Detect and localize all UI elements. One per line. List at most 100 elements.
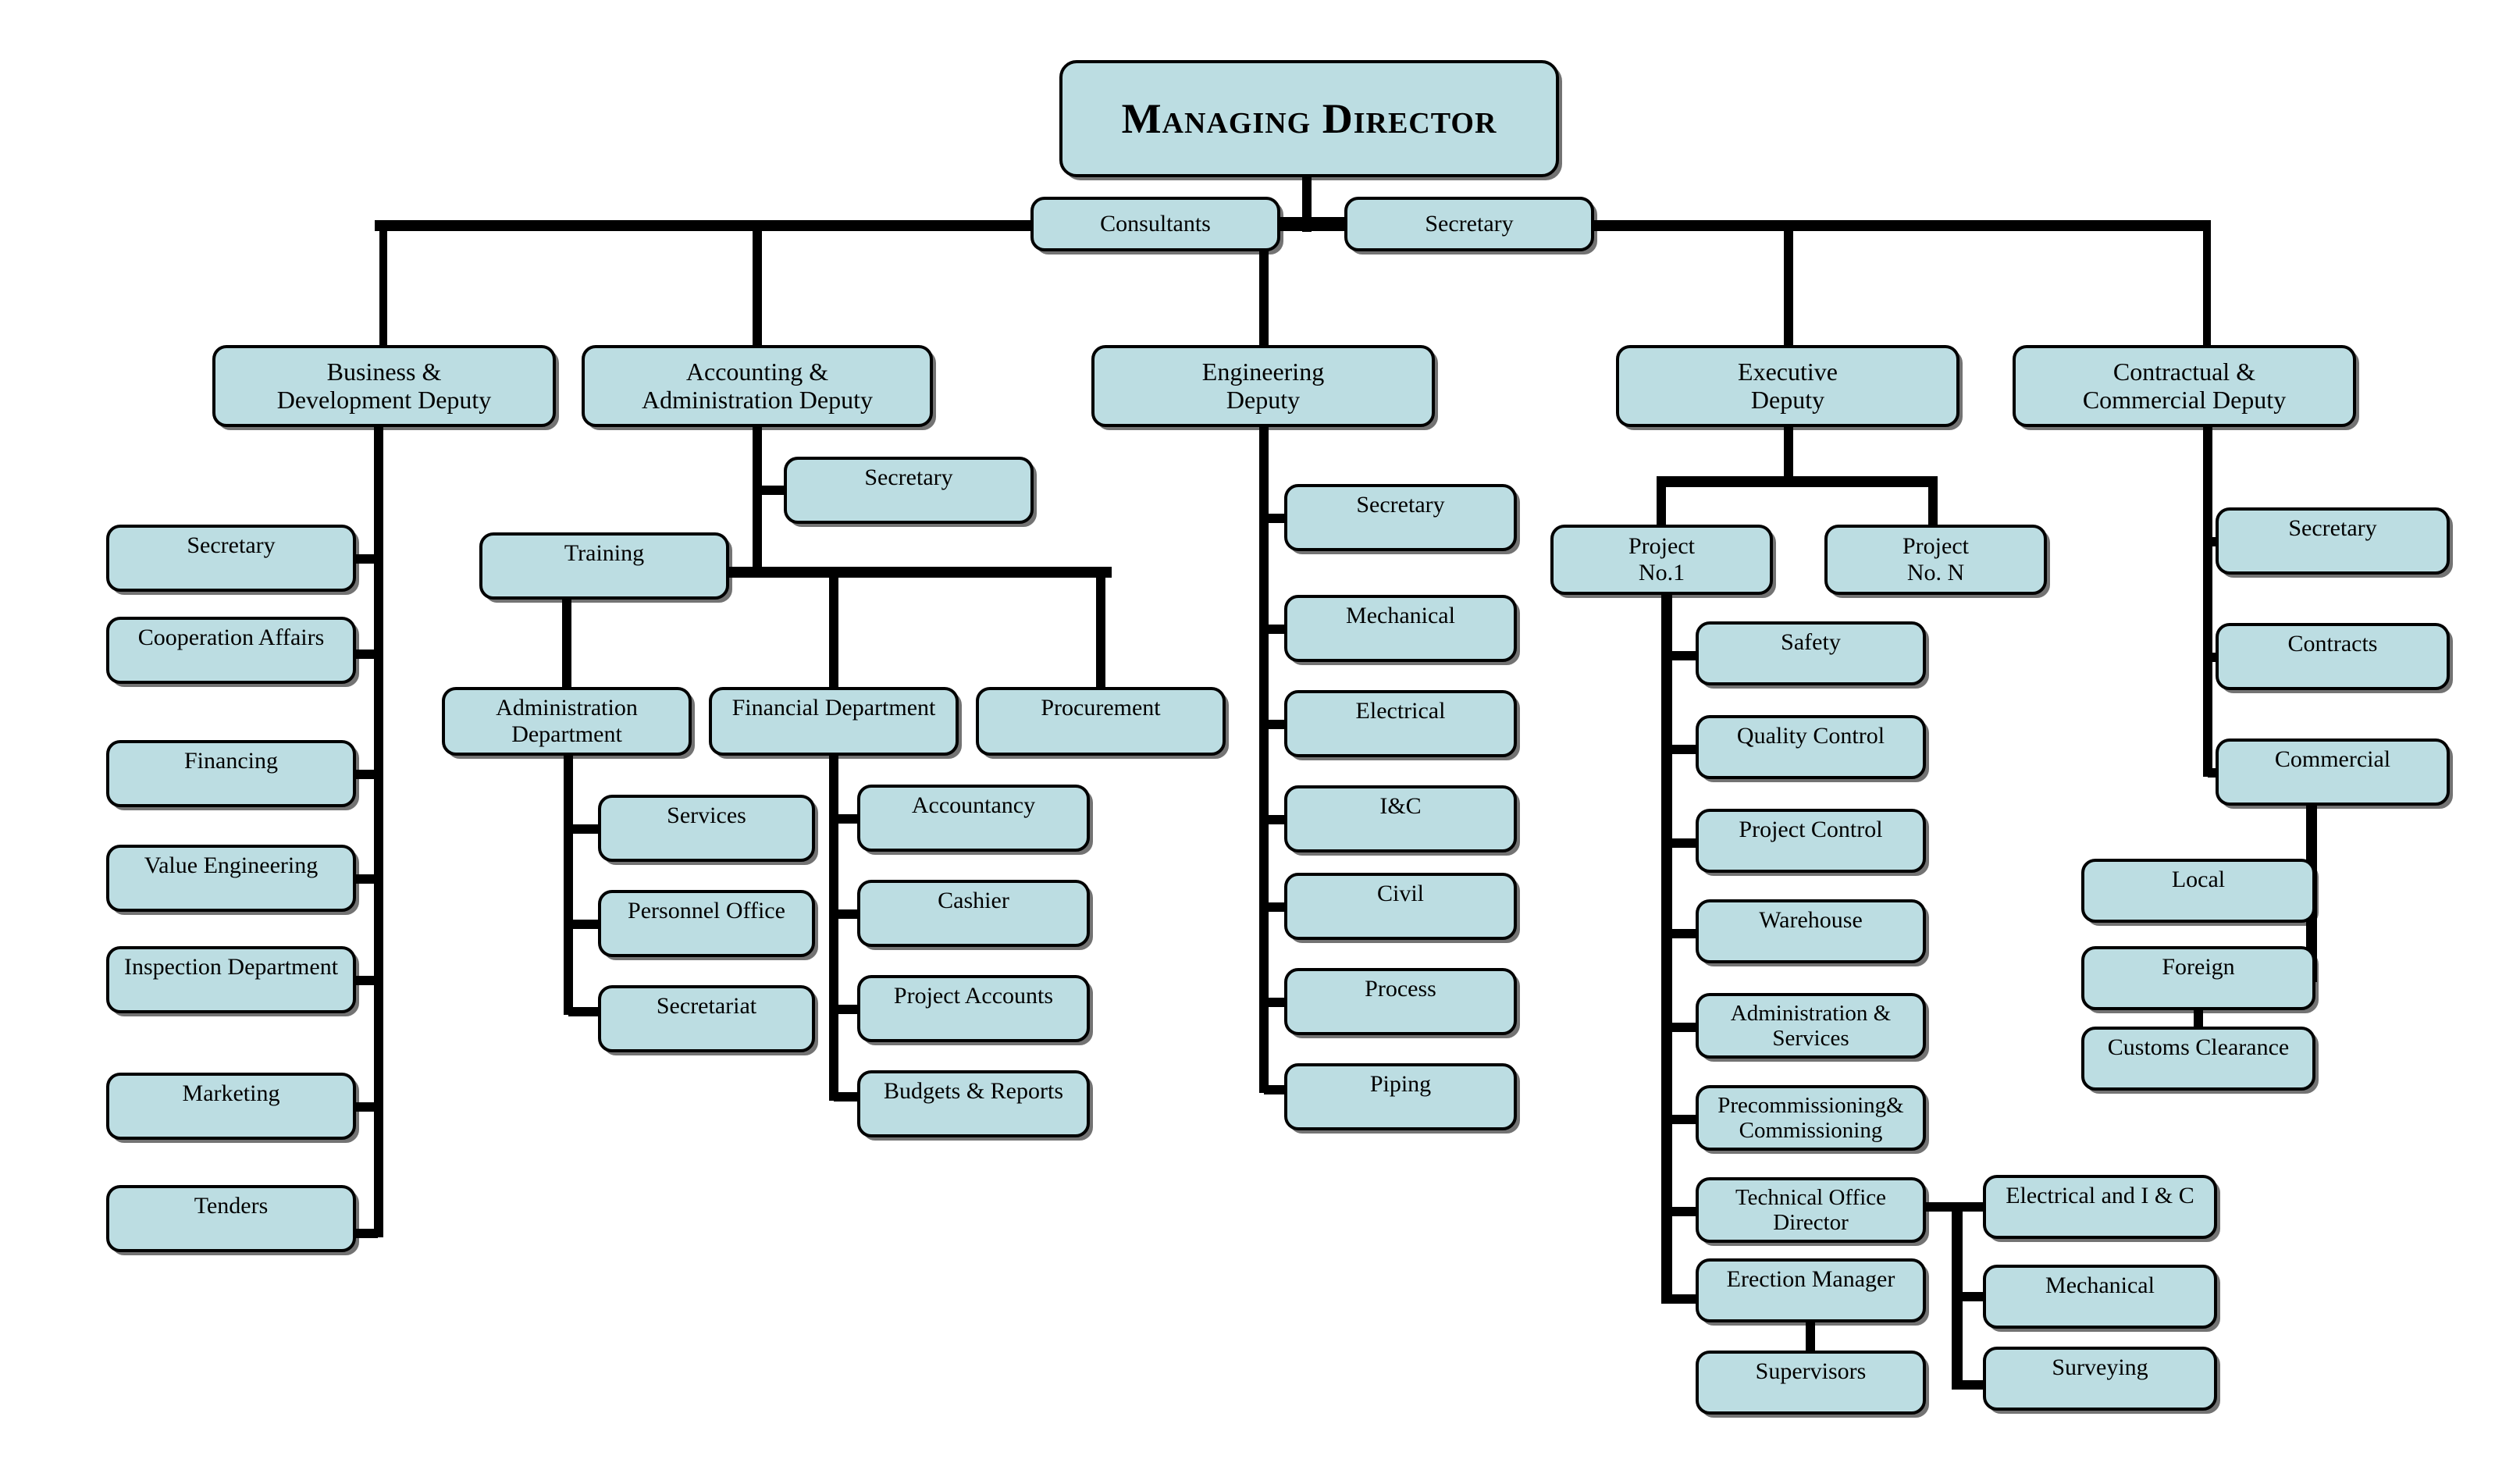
org-node-md-consultants[interactable]: Consultants [1030,197,1280,251]
org-node-fd-project-accounts[interactable]: Project Accounts [857,975,1090,1042]
connector-to-stub-from-director [1922,1202,1959,1212]
org-node-ad-secretariat[interactable]: Secretariat [598,985,815,1052]
org-node-label-aa-procurement: Procurement [1041,695,1161,721]
org-node-label-contractual-commercial-deputy: Contractual & Commercial Deputy [2082,357,2287,414]
org-node-cc-contracts[interactable]: Contracts [2216,623,2450,690]
org-node-bd-financing[interactable]: Financing [106,740,356,807]
org-node-label-fd-accountancy: Accountancy [911,792,1036,818]
org-node-label-bd-financing: Financing [184,748,278,774]
org-node-eng-civil[interactable]: Civil [1284,873,1517,940]
org-node-contractual-commercial-deputy[interactable]: Contractual & Commercial Deputy [2013,345,2356,427]
connector-fd-spine [829,749,838,1101]
org-node-eng-piping[interactable]: Piping [1284,1063,1517,1130]
org-node-label-p1-technical-office-director: Technical Office Director [1735,1185,1887,1236]
org-node-aa-administration-department[interactable]: Administration Department [442,687,692,756]
org-node-bd-value-engineering[interactable]: Value Engineering [106,845,356,912]
org-node-p1-erection-manager[interactable]: Erection Manager [1696,1258,1926,1322]
connector-bd-stub-marketing [353,1102,378,1112]
org-node-label-cc-commercial: Commercial [2274,746,2391,772]
org-node-p1-safety[interactable]: Safety [1696,621,1926,685]
connector-aa-drop-procurement [1096,573,1105,690]
org-node-cc-commercial[interactable]: Commercial [2216,738,2450,806]
org-node-label-eng-civil: Civil [1376,881,1424,906]
org-node-label-ad-secretariat: Secretariat [656,993,757,1019]
org-node-label-eng-process: Process [1365,976,1436,1002]
org-node-to-mechanical[interactable]: Mechanical [1983,1265,2217,1329]
org-node-aa-training[interactable]: Training [479,532,729,600]
org-node-ad-personnel-office[interactable]: Personnel Office [598,890,815,957]
org-node-eng-mechanical[interactable]: Mechanical [1284,595,1517,662]
org-node-cm-customs-clearance[interactable]: Customs Clearance [2081,1027,2315,1091]
org-node-label-eng-mechanical: Mechanical [1346,603,1455,628]
connector-exec-drop-p1 [1657,482,1666,529]
org-node-p1-project-control[interactable]: Project Control [1696,809,1926,873]
org-node-aa-financial-department[interactable]: Financial Department [709,687,959,756]
org-node-label-accounting-administration-deputy: Accounting & Administration Deputy [642,357,873,414]
org-node-p1-precommissioning[interactable]: Precommissioning& Commissioning [1696,1085,1926,1151]
connector-bd-stub-cooperation [353,650,378,659]
org-node-eng-i-and-c[interactable]: I&C [1284,785,1517,852]
org-node-label-p1-quality-control: Quality Control [1736,723,1885,749]
org-node-label-ad-personnel-office: Personnel Office [628,898,785,924]
org-node-label-bd-tenders: Tenders [194,1193,269,1219]
org-node-label-eng-secretary: Secretary [1356,492,1445,518]
org-node-label-eng-piping: Piping [1369,1071,1432,1097]
org-node-label-p1-administration-services: Administration & Services [1730,1001,1892,1052]
org-node-p1-warehouse[interactable]: Warehouse [1696,899,1926,963]
org-node-label-managing-director: Managing Director [1121,94,1497,142]
org-node-fd-accountancy[interactable]: Accountancy [857,785,1090,852]
org-node-aa-secretary[interactable]: Secretary [784,457,1034,524]
org-node-eng-process[interactable]: Process [1284,968,1517,1035]
org-node-label-aa-administration-department: Administration Department [496,695,638,747]
org-node-bd-tenders[interactable]: Tenders [106,1185,356,1252]
org-node-exec-project-non[interactable]: Project No. N [1824,525,2047,595]
connector-exec-drop-pn [1928,482,1938,529]
org-node-p1-quality-control[interactable]: Quality Control [1696,715,1926,779]
org-node-engineering-deputy[interactable]: Engineering Deputy [1091,345,1435,427]
org-node-fd-cashier[interactable]: Cashier [857,880,1090,947]
connector-aa-drop-financial [829,573,838,690]
connector-level1-bus [375,220,2211,231]
connector-bd-stub-financing [353,770,378,779]
org-node-bd-secretary[interactable]: Secretary [106,525,356,592]
org-node-executive-deputy[interactable]: Executive Deputy [1616,345,1959,427]
org-node-bd-cooperation-affairs[interactable]: Cooperation Affairs [106,617,356,684]
org-node-label-to-electrical-and-ic: Electrical and I & C [2006,1183,2194,1208]
org-node-cm-local[interactable]: Local [2081,859,2315,923]
org-node-managing-director[interactable]: Managing Director [1059,60,1559,177]
org-node-p1-administration-services[interactable]: Administration & Services [1696,993,1926,1059]
org-node-label-cm-local: Local [2171,867,2226,892]
org-node-label-exec-project-no1: Project No.1 [1628,533,1695,585]
org-node-label-eng-i-and-c: I&C [1379,793,1422,819]
org-node-p1-technical-office-director[interactable]: Technical Office Director [1696,1177,1926,1243]
org-node-accounting-administration-deputy[interactable]: Accounting & Administration Deputy [582,345,933,427]
org-node-md-secretary[interactable]: Secretary [1344,197,1594,251]
org-node-label-engineering-deputy: Engineering Deputy [1201,357,1325,414]
org-node-bd-marketing[interactable]: Marketing [106,1073,356,1140]
org-node-cm-foreign[interactable]: Foreign [2081,946,2315,1010]
org-node-eng-electrical[interactable]: Electrical [1284,690,1517,757]
org-node-label-p1-erection-manager: Erection Manager [1726,1266,1895,1292]
org-node-to-surveying[interactable]: Surveying [1983,1347,2217,1411]
org-node-bd-inspection-department[interactable]: Inspection Department [106,946,356,1013]
connector-drop-business [379,226,387,350]
org-node-ad-services[interactable]: Services [598,795,815,862]
org-node-eng-secretary[interactable]: Secretary [1284,484,1517,551]
connector-p1-spine [1661,593,1672,1304]
org-node-fd-budgets-reports[interactable]: Budgets & Reports [857,1070,1090,1137]
org-node-aa-procurement[interactable]: Procurement [976,687,1226,756]
org-node-p1-supervisors[interactable]: Supervisors [1696,1351,1926,1415]
org-node-label-p1-warehouse: Warehouse [1759,907,1863,933]
org-node-label-cm-customs-clearance: Customs Clearance [2107,1034,2290,1060]
org-node-exec-project-no1[interactable]: Project No.1 [1550,525,1773,595]
connector-drop-contractual [2203,226,2211,350]
org-node-business-development-deputy[interactable]: Business & Development Deputy [212,345,556,427]
org-node-label-cc-contracts: Contracts [2287,631,2378,657]
connector-bd-stub-value [353,874,378,884]
connector-drop-accounting [753,226,762,350]
org-node-label-fd-cashier: Cashier [938,888,1009,913]
org-node-cc-secretary[interactable]: Secretary [2216,507,2450,575]
connector-bd-stub-inspection [353,976,378,985]
org-node-label-p1-project-control: Project Control [1739,817,1883,842]
org-node-to-electrical-and-ic[interactable]: Electrical and I & C [1983,1175,2217,1239]
